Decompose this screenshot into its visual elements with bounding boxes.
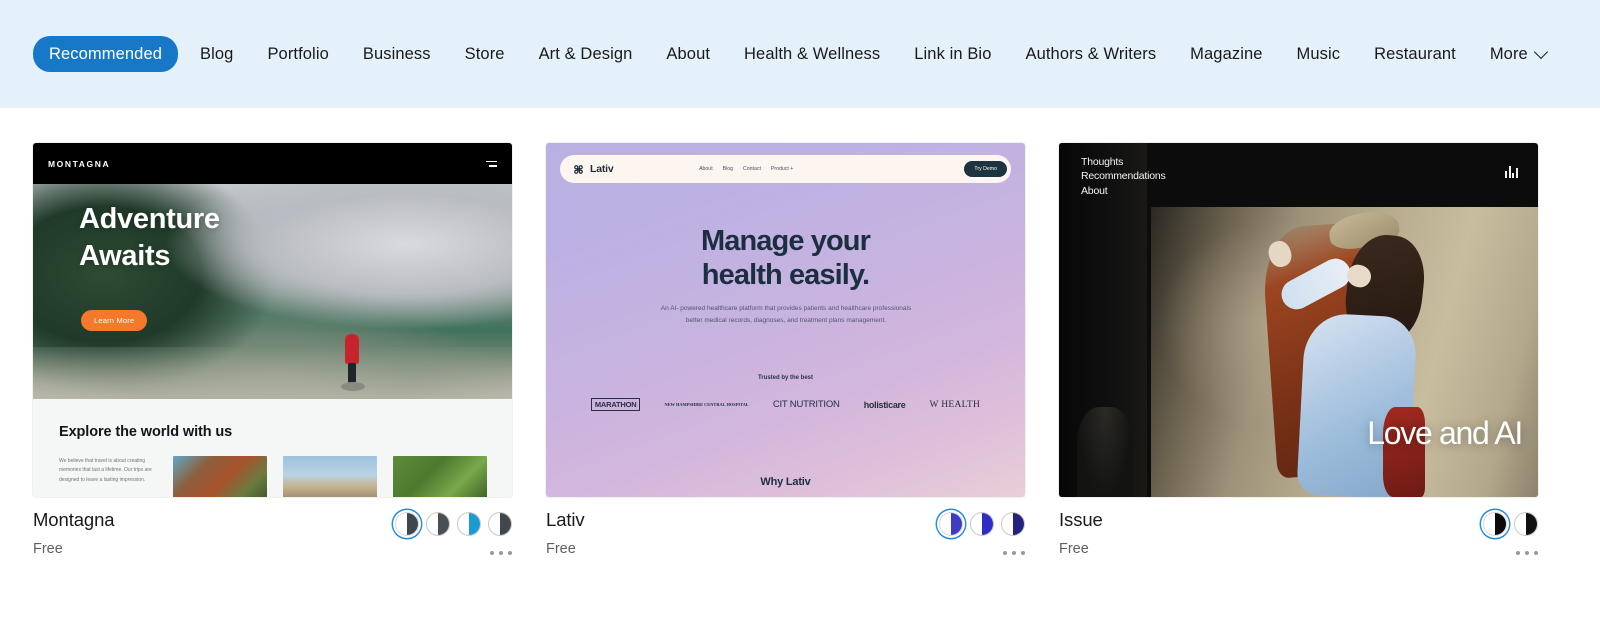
preview-navbar: Lativ About Blog Contact Product + Try D… [560, 155, 1011, 183]
preview-hero-title-line1: Manage your [701, 225, 871, 257]
preview-nav-link: Recommendations [1081, 170, 1166, 183]
preview-nav-link: About [1081, 184, 1108, 197]
more-options-button[interactable] [1515, 550, 1538, 555]
preview-nav-link: Contact [743, 166, 761, 172]
hamburger-menu-icon [486, 160, 497, 167]
category-tab-about[interactable]: About [654, 37, 722, 72]
color-swatch[interactable] [426, 512, 450, 536]
category-nav: Recommended Blog Portfolio Business Stor… [33, 35, 1559, 73]
template-card-lativ[interactable]: Lativ About Blog Contact Product + Try D… [546, 143, 1025, 567]
more-options-button[interactable] [1002, 550, 1025, 555]
category-tab-blog[interactable]: Blog [188, 37, 245, 72]
category-nav-bar: Recommended Blog Portfolio Business Stor… [0, 0, 1600, 108]
category-tab-health-wellness[interactable]: Health & Wellness [732, 37, 892, 72]
category-tab-art-design[interactable]: Art & Design [527, 37, 645, 72]
category-tab-portfolio[interactable]: Portfolio [255, 37, 340, 72]
template-preview-lativ[interactable]: Lativ About Blog Contact Product + Try D… [546, 143, 1025, 497]
template-color-swatches [1483, 512, 1538, 536]
preview-hero-image [1151, 207, 1538, 497]
category-tab-restaurant[interactable]: Restaurant [1362, 37, 1468, 72]
preview-try-demo-button: Try Demo [964, 161, 1007, 177]
preview-learn-more-button: Learn More [81, 310, 148, 331]
template-card-issue[interactable]: Thoughts Recommendations About Love and … [1059, 143, 1538, 567]
color-swatch[interactable] [1001, 512, 1025, 536]
equalizer-icon [1505, 165, 1518, 178]
preview-logo: Lativ [574, 163, 614, 175]
category-tab-magazine[interactable]: Magazine [1178, 37, 1274, 72]
template-meta-issue: Issue Free [1059, 497, 1538, 567]
preview-hero-figure [341, 334, 365, 391]
preview-nav-link: Product + [770, 166, 794, 172]
color-swatch[interactable] [457, 512, 481, 536]
color-swatch[interactable] [395, 512, 419, 536]
category-tab-business[interactable]: Business [351, 37, 443, 72]
preview-section-title: Explore the world with us [59, 424, 233, 440]
category-tab-more[interactable]: More [1478, 37, 1559, 72]
template-preview-issue[interactable]: Thoughts Recommendations About Love and … [1059, 143, 1538, 497]
preview-hero-subtitle: An AI- powered healthcare platform that … [660, 305, 912, 325]
category-tab-music[interactable]: Music [1285, 37, 1353, 72]
preview-hero-title-line2: health easily. [701, 258, 870, 291]
preview-logo-text: Lativ [590, 163, 614, 175]
template-meta-lativ: Lativ Free [546, 497, 1025, 567]
client-logo-new-hampshire: NEW HAMPSHIRE CENTRAL HOSPITAL [664, 401, 749, 407]
preview-thumbnail-row [173, 456, 487, 497]
preview-hero-title: Adventure Awaits [79, 201, 220, 275]
client-logo-marathon: MARATHON [590, 398, 641, 411]
template-grid: MONTAGNA Adventure Awaits Learn More Exp… [0, 108, 1600, 567]
client-logo-holisticare: holisticare [863, 399, 906, 410]
preview-hero-title: Love and AI [1367, 415, 1523, 451]
preview-nav-link: About [699, 166, 713, 172]
more-options-button[interactable] [489, 550, 512, 555]
category-tab-store[interactable]: Store [453, 37, 517, 72]
template-color-swatches [939, 512, 1025, 536]
preview-thumbnail [283, 456, 377, 497]
chevron-down-icon [1536, 47, 1547, 58]
template-price: Free [1059, 541, 1089, 558]
category-tab-recommended[interactable]: Recommended [33, 35, 178, 73]
color-swatch[interactable] [488, 512, 512, 536]
client-logo-whealth: W HEALTH [929, 399, 981, 410]
color-swatch[interactable] [1514, 512, 1538, 536]
template-color-swatches [395, 512, 512, 536]
preview-trusted-label: Trusted by the best [757, 375, 813, 381]
color-swatch[interactable] [1483, 512, 1507, 536]
command-icon [574, 164, 583, 174]
preview-client-logos: MARATHON NEW HAMPSHIRE CENTRAL HOSPITAL … [546, 398, 1025, 411]
preview-next-section-title: Why Lativ [760, 476, 811, 488]
template-card-montagna[interactable]: MONTAGNA Adventure Awaits Learn More Exp… [33, 143, 512, 567]
category-tab-authors-writers[interactable]: Authors & Writers [1013, 37, 1168, 72]
template-meta-montagna: Montagna Free [33, 497, 512, 567]
preview-nav-links: Thoughts Recommendations About [1081, 155, 1166, 198]
template-name: Issue [1059, 509, 1103, 530]
category-tab-link-in-bio[interactable]: Link in Bio [902, 37, 1003, 72]
preview-topbar: MONTAGNA [33, 143, 512, 184]
template-preview-montagna[interactable]: MONTAGNA Adventure Awaits Learn More Exp… [33, 143, 512, 497]
preview-logo: MONTAGNA [48, 158, 111, 169]
color-swatch[interactable] [970, 512, 994, 536]
template-price: Free [546, 541, 576, 558]
preview-lower-section: Explore the world with us We believe tha… [33, 399, 512, 497]
preview-thumbnail [173, 456, 267, 497]
color-swatch[interactable] [939, 512, 963, 536]
preview-section-paragraph: We believe that travel is about creating… [59, 458, 152, 483]
preview-hero-title: Manage your health easily. [546, 225, 1025, 293]
client-logo-cit-nutrition: CIT NUTRITION [772, 399, 840, 410]
preview-nav-link: Thoughts [1081, 156, 1124, 168]
preview-nav-links: About Blog Contact Product + [699, 166, 793, 172]
preview-thumbnail [393, 456, 487, 497]
category-tab-more-label: More [1489, 44, 1528, 63]
preview-hero-title-line1: Adventure [79, 203, 220, 235]
template-price: Free [33, 541, 63, 558]
preview-hero-title-line2: Awaits [79, 240, 171, 273]
preview-nav-link: Blog [722, 166, 734, 172]
